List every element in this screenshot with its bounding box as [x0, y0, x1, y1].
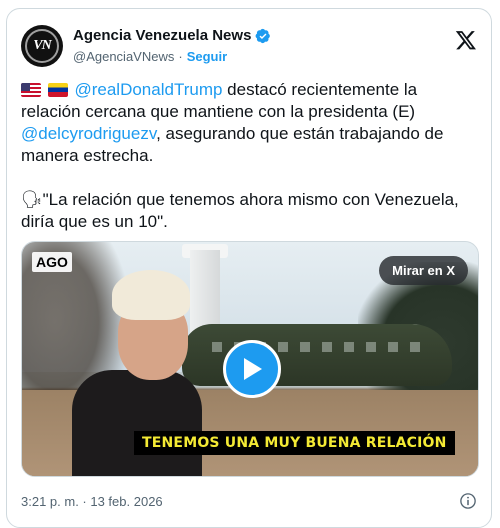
name-row: Agencia Venezuela News	[73, 27, 271, 44]
timestamp[interactable]: 3:21 p. m. · 13 feb. 2026	[21, 494, 163, 509]
tweet-footer: 3:21 p. m. · 13 feb. 2026	[21, 489, 477, 513]
separator: ·	[178, 49, 183, 64]
watch-on-x-button[interactable]: Mirar en X	[379, 256, 468, 285]
mention-trump-link[interactable]: @realDonaldTrump	[74, 80, 222, 99]
video-helicopter	[182, 324, 452, 386]
video-player[interactable]: AGO Mirar en X TENEMOS UNA MUY BUENA REL…	[21, 241, 479, 477]
tweet-header: VN Agencia Venezuela News @AgenciaVNews …	[21, 23, 477, 71]
display-name[interactable]: Agencia Venezuela News	[73, 27, 251, 44]
follow-button[interactable]: Seguir	[187, 49, 227, 64]
video-person-hair	[112, 270, 190, 320]
play-icon	[244, 358, 262, 380]
video-caption: TENEMOS UNA MUY BUENA RELACIÓN	[134, 431, 455, 455]
avatar[interactable]: VN	[21, 25, 63, 67]
verified-badge-icon	[256, 28, 271, 43]
us-flag-icon	[21, 83, 41, 97]
speaking-head-icon: 🗣	[21, 190, 43, 209]
tweet-paragraph-2: 🗣"La relación que tenemos ahora mismo co…	[21, 189, 481, 233]
info-icon[interactable]	[459, 492, 477, 510]
tweet-paragraph-1: @realDonaldTrump destacó recientemente l…	[21, 79, 481, 167]
sub-row: @AgenciaVNews · Seguir	[73, 49, 227, 64]
avatar-ring	[25, 29, 59, 63]
tweet-card: VN Agencia Venezuela News @AgenciaVNews …	[6, 8, 492, 528]
handle[interactable]: @AgenciaVNews	[73, 49, 174, 64]
x-logo-icon[interactable]	[455, 29, 477, 51]
video-channel-badge: AGO	[32, 252, 72, 272]
mention-delcy-link[interactable]: @delcyrodriguezv	[21, 124, 156, 143]
play-button[interactable]	[223, 340, 281, 398]
tweet-text: @realDonaldTrump destacó recientemente l…	[21, 79, 481, 233]
venezuela-flag-icon	[47, 83, 68, 97]
tweet-quote: "La relación que tenemos ahora mismo con…	[21, 190, 459, 231]
video-person-coat	[72, 370, 202, 476]
